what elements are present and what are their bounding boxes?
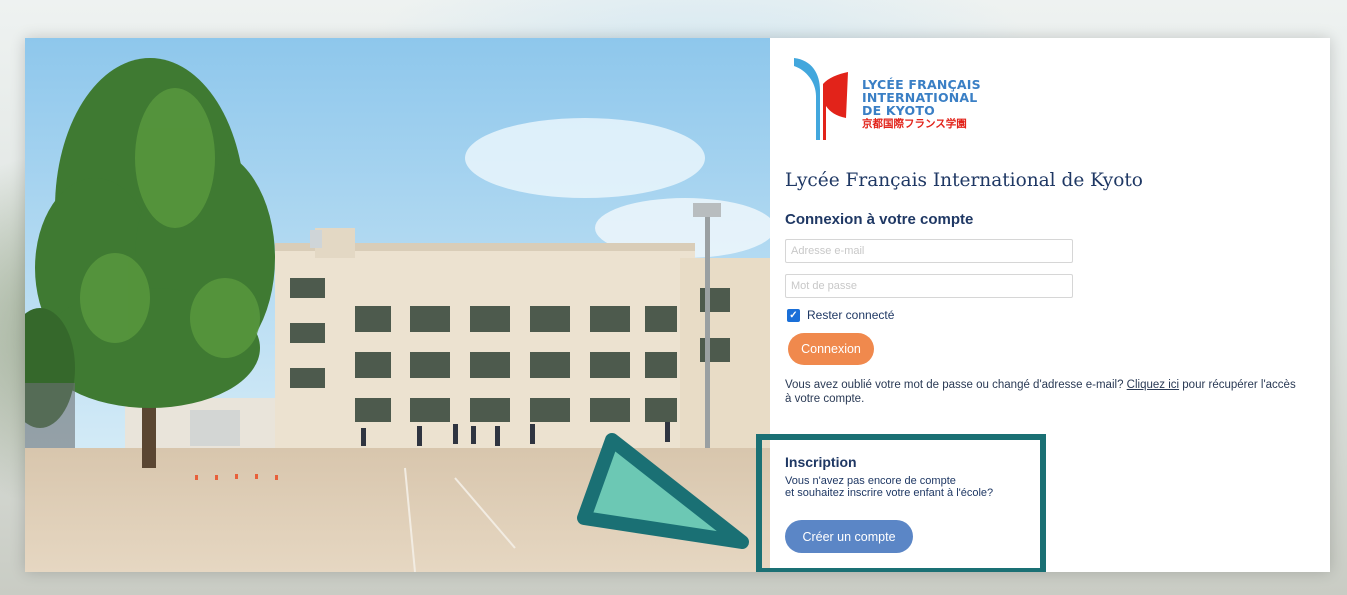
- email-field[interactable]: [785, 239, 1073, 263]
- remember-checkbox[interactable]: ✓: [787, 308, 800, 322]
- login-card: LYCÉE FRANÇAIS INTERNATIONAL DE KYOTO 京都…: [25, 38, 1330, 572]
- school-logo: LYCÉE FRANÇAIS INTERNATIONAL DE KYOTO 京都…: [790, 56, 1010, 146]
- signup-line-2: et souhaitez inscrire votre enfant à l'é…: [785, 487, 994, 499]
- signup-description: Vous n'avez pas encore de compte et souh…: [785, 475, 1045, 499]
- create-account-button[interactable]: Créer un compte: [785, 520, 913, 553]
- login-panel: LYCÉE FRANÇAIS INTERNATIONAL DE KYOTO 京都…: [756, 38, 1330, 572]
- logo-japanese-name: 京都国際フランス学園: [862, 118, 967, 130]
- remember-label: Rester connecté: [807, 308, 895, 322]
- signup-line-1: Vous n'avez pas encore de compte: [785, 475, 956, 487]
- login-heading: Connexion à votre compte: [785, 211, 974, 228]
- logo-emblem-icon: [794, 58, 848, 140]
- logo-text: LYCÉE FRANÇAIS INTERNATIONAL DE KYOTO 京都…: [862, 78, 981, 131]
- remember-me[interactable]: ✓ Rester connecté: [787, 308, 894, 322]
- school-title: Lycée Français International de Kyoto: [785, 170, 1143, 191]
- school-photo: [25, 38, 770, 572]
- forgot-text-before: Vous avez oublié votre mot de passe ou c…: [785, 379, 1127, 391]
- password-field[interactable]: [785, 274, 1073, 298]
- signup-title: Inscription: [785, 454, 857, 470]
- connexion-button[interactable]: Connexion: [788, 333, 874, 365]
- logo-line-3: DE KYOTO: [862, 103, 935, 118]
- forgot-password-text: Vous avez oublié votre mot de passe ou c…: [785, 378, 1305, 406]
- recover-account-link[interactable]: Cliquez ici: [1127, 379, 1179, 391]
